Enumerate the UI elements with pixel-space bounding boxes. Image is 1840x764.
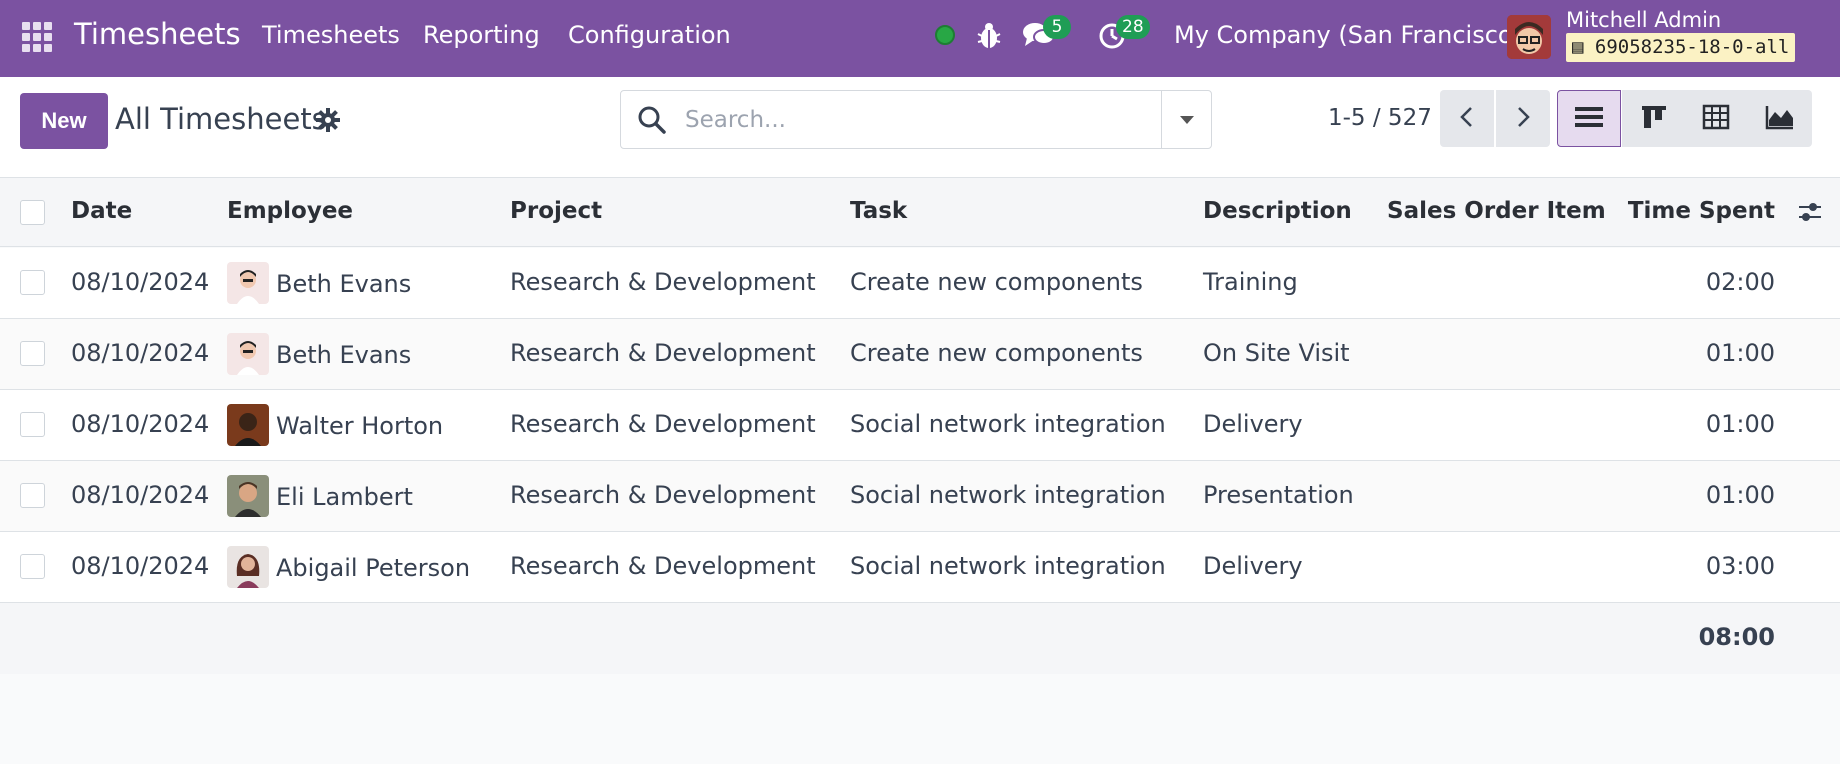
pager-next-button[interactable] xyxy=(1496,90,1550,147)
chevron-left-icon xyxy=(1460,107,1472,127)
table-row[interactable]: 08/10/2024 Beth Evans Research & Develop… xyxy=(0,248,1840,319)
cell-project: Research & Development xyxy=(510,339,816,367)
cell-description: On Site Visit xyxy=(1203,339,1350,367)
table-row[interactable]: 08/10/2024 Abigail Peterson Research & D… xyxy=(0,532,1840,603)
company-switcher[interactable]: My Company (San Francisco) xyxy=(1174,21,1522,49)
column-description[interactable]: Description xyxy=(1203,198,1352,224)
caret-down-icon xyxy=(1180,116,1194,124)
menu-configuration[interactable]: Configuration xyxy=(568,21,731,49)
database-name: 69058235-18-0-all xyxy=(1594,36,1790,58)
table-footer: 08:00 xyxy=(0,603,1840,674)
cell-time-spent: 03:00 xyxy=(1705,552,1775,580)
messages-count-badge: 5 xyxy=(1043,15,1071,39)
cell-employee: Eli Lambert xyxy=(276,483,413,511)
cell-date: 08/10/2024 xyxy=(71,552,210,580)
chevron-right-icon xyxy=(1518,107,1530,127)
database-icon: ▤ xyxy=(1572,36,1595,58)
select-all-checkbox[interactable] xyxy=(20,200,45,225)
employee-avatar xyxy=(227,404,269,446)
cell-date: 08/10/2024 xyxy=(71,268,210,296)
row-checkbox[interactable] xyxy=(20,554,45,579)
cell-task: Social network integration xyxy=(850,552,1166,580)
cell-time-spent: 01:00 xyxy=(1705,410,1775,438)
cell-description: Delivery xyxy=(1203,410,1303,438)
cell-employee: Beth Evans xyxy=(276,270,412,298)
employee-avatar xyxy=(227,333,269,375)
column-task[interactable]: Task xyxy=(850,198,907,224)
total-time-spent: 08:00 xyxy=(1698,623,1775,651)
search-bar xyxy=(620,90,1212,149)
column-sales-order-item[interactable]: Sales Order Item xyxy=(1387,198,1606,224)
kanban-view-button[interactable] xyxy=(1622,90,1686,147)
cell-description: Delivery xyxy=(1203,552,1303,580)
cell-employee: Beth Evans xyxy=(276,341,412,369)
table-row[interactable]: 08/10/2024 Eli Lambert Research & Develo… xyxy=(0,461,1840,532)
kanban-view-icon xyxy=(1642,106,1666,128)
top-navbar: Timesheets Timesheets Reporting Configur… xyxy=(0,0,1840,77)
row-checkbox[interactable] xyxy=(20,412,45,437)
app-menu-icon[interactable] xyxy=(22,22,52,52)
cell-employee: Abigail Peterson xyxy=(276,554,471,582)
user-avatar[interactable] xyxy=(1507,15,1551,59)
pager-previous-button[interactable] xyxy=(1440,90,1494,147)
cell-time-spent: 01:00 xyxy=(1705,339,1775,367)
column-employee[interactable]: Employee xyxy=(227,198,353,224)
column-date[interactable]: Date xyxy=(71,198,132,224)
list-view-icon xyxy=(1575,107,1603,127)
pager-value[interactable]: 1-5 / 527 xyxy=(1328,105,1432,131)
pivot-view-button[interactable] xyxy=(1684,90,1748,147)
list-view-button[interactable] xyxy=(1557,90,1621,147)
row-checkbox[interactable] xyxy=(20,483,45,508)
row-checkbox[interactable] xyxy=(20,270,45,295)
graph-view-icon xyxy=(1765,106,1793,130)
cell-project: Research & Development xyxy=(510,410,816,438)
cell-date: 08/10/2024 xyxy=(71,339,210,367)
table-row[interactable]: 08/10/2024 Beth Evans Research & Develop… xyxy=(0,319,1840,390)
cell-time-spent: 01:00 xyxy=(1705,481,1775,509)
cell-project: Research & Development xyxy=(510,268,816,296)
user-name[interactable]: Mitchell Admin xyxy=(1566,8,1721,32)
menu-timesheets[interactable]: Timesheets xyxy=(262,21,400,49)
employee-avatar xyxy=(227,475,269,517)
presence-status-icon xyxy=(935,25,955,45)
cell-date: 08/10/2024 xyxy=(71,410,210,438)
cell-project: Research & Development xyxy=(510,552,816,580)
page-title: All Timesheets xyxy=(115,102,327,136)
activities-count-badge: 28 xyxy=(1116,15,1150,39)
search-icon xyxy=(638,106,666,134)
graph-view-button[interactable] xyxy=(1748,90,1812,147)
employee-avatar xyxy=(227,546,269,588)
table-row[interactable]: 08/10/2024 Walter Horton Research & Deve… xyxy=(0,390,1840,461)
pivot-view-icon xyxy=(1702,104,1730,130)
menu-reporting[interactable]: Reporting xyxy=(423,21,540,49)
cell-description: Presentation xyxy=(1203,481,1354,509)
cell-task: Social network integration xyxy=(850,410,1166,438)
table-header: Date Employee Project Task Description S… xyxy=(0,178,1840,247)
cell-task: Create new components xyxy=(850,268,1143,296)
cell-date: 08/10/2024 xyxy=(71,481,210,509)
cell-employee: Walter Horton xyxy=(276,412,444,440)
row-checkbox[interactable] xyxy=(20,341,45,366)
cell-task: Social network integration xyxy=(850,481,1166,509)
cell-task: Create new components xyxy=(850,339,1143,367)
control-panel: New All Timesheets 1-5 / 527 xyxy=(0,77,1840,178)
app-brand[interactable]: Timesheets xyxy=(74,17,241,51)
cell-description: Training xyxy=(1203,268,1298,296)
cell-time-spent: 02:00 xyxy=(1705,268,1775,296)
gear-icon[interactable] xyxy=(316,108,340,132)
column-project[interactable]: Project xyxy=(510,198,602,224)
debug-bug-icon[interactable] xyxy=(976,20,1002,50)
column-time-spent[interactable]: Time Spent xyxy=(1628,198,1775,224)
cell-project: Research & Development xyxy=(510,481,816,509)
search-options-toggle[interactable] xyxy=(1161,91,1211,148)
search-input[interactable] xyxy=(685,103,1125,137)
employee-avatar xyxy=(227,262,269,304)
new-button[interactable]: New xyxy=(20,93,108,149)
optional-columns-toggle-icon[interactable] xyxy=(1797,200,1823,224)
database-tag: ▤ 69058235-18-0-all xyxy=(1566,33,1796,62)
